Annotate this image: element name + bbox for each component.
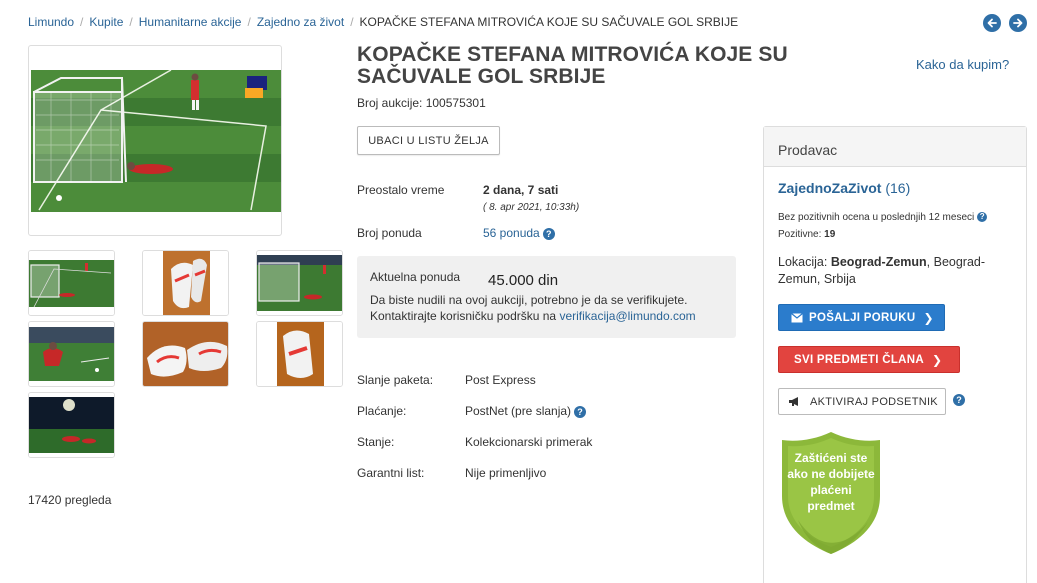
seller-rating-count[interactable]: (16) (885, 180, 910, 196)
condition-label: Stanje: (357, 435, 395, 449)
send-message-label: POŠALJI PORUKU (809, 311, 916, 324)
main-product-photo[interactable] (28, 45, 282, 236)
add-to-wishlist-button[interactable]: UBACI U LISTU ŽELJA (357, 126, 500, 155)
chevron-right-icon: ❯ (923, 310, 934, 325)
thumbnail-photo[interactable] (28, 250, 115, 316)
seller-positive-ratings: Pozitivne: 19 (778, 229, 835, 240)
location-city: Beograd-Zemun (830, 255, 927, 269)
seller-panel: Prodavac ZajednoZaZivot (16) Bez pozitiv… (763, 126, 1027, 583)
breadcrumb-separator: / (129, 15, 133, 29)
time-left-label: Preostalo vreme (357, 183, 445, 197)
how-to-buy-link[interactable]: Kako da kupim? (916, 57, 1009, 72)
support-contact-line: Kontaktirajte korisničku podršku na veri… (370, 309, 696, 323)
time-left-value: 2 dana, 7 sati (483, 183, 559, 197)
breadcrumb-zajedno-za-zivot[interactable]: Zajedno za život (257, 15, 344, 29)
support-contact-text: Kontaktirajte korisničku podršku na (370, 309, 557, 323)
question-circle-icon[interactable]: ? (574, 405, 587, 418)
thumbnail-photo[interactable] (256, 321, 343, 387)
breadcrumb-limundo[interactable]: Limundo (28, 15, 74, 29)
activate-reminder-label: AKTIVIRAJ PODSETNIK (810, 395, 938, 408)
seller-location: Lokacija: Beograd-Zemun, Beograd-Zemun, … (778, 254, 1008, 288)
location-label: Lokacija: (778, 255, 828, 269)
current-offer-price: 45.000 din (488, 272, 559, 289)
bids-label: Broj ponuda (357, 226, 422, 240)
arrow-right-circle-icon[interactable] (1009, 14, 1027, 32)
badge-line: plaćeni (810, 483, 852, 497)
warranty-label: Garantni list: (357, 466, 425, 480)
seller-rating-note: Bez pozitivnih ocena u poslednjih 12 mes… (778, 212, 988, 223)
breadcrumb-separator: / (350, 15, 354, 29)
no-positive-ratings-text: Bez pozitivnih ocena u poslednjih 12 mes… (778, 212, 975, 223)
warranty-value: Nije primenljivo (465, 466, 547, 480)
bids-count-link[interactable]: 56 ponuda (483, 226, 540, 240)
breadcrumb-kupite[interactable]: Kupite (89, 15, 123, 29)
verification-notice: Da biste nudili na ovoj aukciji, potrebn… (370, 293, 688, 307)
all-seller-items-label: SVI PREDMETI ČLANA (794, 353, 924, 366)
arrow-left-circle-icon[interactable] (983, 14, 1001, 32)
thumbnail-photo[interactable] (28, 392, 115, 458)
listing-title: KOPAČKE STEFANA MITROVIĆA KOJE SU SAČUVA… (357, 43, 788, 88)
listing-navigation (983, 14, 1027, 32)
breadcrumb-humanitarne-akcije[interactable]: Humanitarne akcije (139, 15, 242, 29)
thumbnail-photo[interactable] (142, 250, 229, 316)
thumbnail-photo[interactable] (28, 321, 115, 387)
positive-label: Pozitivne: (778, 229, 822, 240)
thumbnail-photo[interactable] (256, 250, 343, 316)
send-message-button[interactable]: POŠALJI PORUKU ❯ (778, 304, 945, 331)
badge-line: ako ne dobijete (787, 467, 875, 481)
question-circle-icon[interactable]: ? (953, 394, 965, 406)
view-count: 17420 pregleda (28, 493, 112, 507)
activate-reminder-button[interactable]: AKTIVIRAJ PODSETNIK (778, 388, 946, 415)
verification-email-link[interactable]: verifikacija@limundo.com (559, 309, 695, 323)
all-seller-items-button[interactable]: SVI PREDMETI ČLANA ❯ (778, 346, 960, 373)
seller-name-group: ZajednoZaZivot (16) (778, 180, 910, 196)
shipping-label: Slanje paketa: (357, 373, 434, 387)
breadcrumb-separator: / (247, 15, 251, 29)
megaphone-icon (789, 397, 798, 406)
seller-name-link[interactable]: ZajednoZaZivot (778, 180, 881, 196)
auction-end-date: ( 8. apr 2021, 10:33h) (483, 202, 580, 213)
breadcrumb: Limundo / Kupite / Humanitarne akcije / … (28, 15, 738, 29)
payment-value: PostNet (pre slanja) (465, 404, 572, 418)
condition-value: Kolekcionarski primerak (465, 435, 593, 449)
badge-line: predmet (807, 499, 855, 513)
thumbnail-photo[interactable] (142, 321, 229, 387)
buyer-protection-badge: Zaštićeni ste ako ne dobijete plaćeni pr… (778, 430, 884, 556)
badge-line: Zaštićeni ste (794, 451, 868, 465)
breadcrumb-separator: / (80, 15, 84, 29)
breadcrumb-current: KOPAČKE STEFANA MITROVIĆA KOJE SU SAČUVA… (359, 15, 739, 29)
payment-value-group: PostNet (pre slanja)? (465, 404, 587, 418)
positive-value: 19 (824, 229, 836, 240)
payment-label: Plaćanje: (357, 404, 407, 418)
bids-value-group: 56 ponuda? (483, 226, 555, 240)
question-circle-icon[interactable]: ? (542, 227, 555, 240)
envelope-icon (791, 312, 803, 322)
seller-panel-header: Prodavac (764, 127, 1026, 167)
buyer-protection-text: Zaštićeni ste ako ne dobijete plaćeni pr… (778, 450, 884, 514)
question-circle-icon[interactable]: ? (977, 212, 988, 223)
chevron-right-icon: ❯ (932, 352, 943, 367)
current-offer-label: Aktuelna ponuda (370, 270, 461, 284)
shipping-value-link[interactable]: Post Express (465, 373, 536, 387)
auction-number: Broj aukcije: 100575301 (357, 96, 486, 110)
current-offer-panel: Aktuelna ponuda 45.000 din Da biste nudi… (357, 256, 736, 338)
